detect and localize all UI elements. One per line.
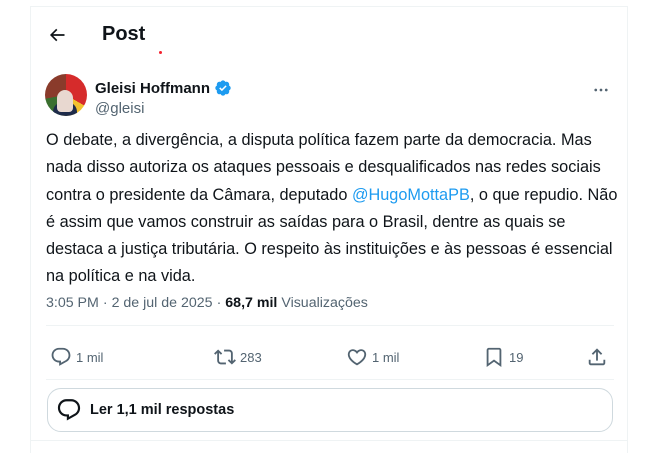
- avatar-face-shape: [57, 90, 73, 112]
- post-meta: 3:05 PM · 2 de jul de 2025 · 68,7 mil Vi…: [46, 295, 368, 311]
- arrow-left-icon: [49, 28, 65, 42]
- back-button[interactable]: [41, 19, 73, 51]
- post-date[interactable]: 2 de jul de 2025: [112, 295, 213, 311]
- page-title: Post: [102, 23, 146, 45]
- mention-link[interactable]: @HugoMottaPB: [352, 186, 470, 204]
- divider-2: [46, 379, 614, 380]
- more-horizontal-icon: [594, 88, 608, 92]
- heart-icon: [347, 349, 367, 366]
- author-name-row: Gleisi Hoffmann: [95, 79, 232, 97]
- divider: [46, 325, 614, 326]
- author-display-name[interactable]: Gleisi Hoffmann: [95, 80, 210, 97]
- share-button[interactable]: [586, 339, 608, 375]
- post-author: Gleisi Hoffmann @gleisi: [45, 74, 615, 122]
- post-header: Post: [31, 7, 627, 61]
- read-replies-button[interactable]: Ler 1,1 mil respostas: [47, 388, 613, 432]
- action-bar: 1 mil 283 1 mil 19: [46, 339, 616, 375]
- notification-dot: [159, 51, 162, 54]
- divider-3: [31, 440, 627, 441]
- reply-button[interactable]: 1 mil: [50, 339, 103, 375]
- views-count: 68,7 mil: [225, 295, 278, 311]
- views-label: Visualizações: [281, 295, 368, 311]
- reply-count: 1 mil: [76, 349, 104, 365]
- meta-dot: ·: [102, 295, 108, 311]
- post-panel: Post Gleisi Hoffmann @gleisi O debate, a…: [30, 6, 628, 453]
- bookmark-count: 19: [509, 349, 524, 365]
- like-button[interactable]: 1 mil: [346, 339, 399, 375]
- repost-count: 283: [240, 349, 262, 365]
- verified-badge-icon[interactable]: [214, 79, 232, 97]
- post-time[interactable]: 3:05 PM: [46, 295, 99, 311]
- repost-button[interactable]: 283: [214, 339, 262, 375]
- post-text: O debate, a divergência, a disputa polít…: [46, 127, 618, 291]
- bookmark-icon: [486, 347, 502, 368]
- meta-dot-2: ·: [216, 295, 222, 311]
- avatar[interactable]: [45, 74, 87, 116]
- repost-icon: [214, 349, 236, 365]
- share-icon: [588, 348, 606, 366]
- read-replies-label: Ler 1,1 mil respostas: [90, 402, 235, 418]
- reply-icon: [51, 347, 71, 366]
- bookmark-button[interactable]: 19: [483, 339, 523, 375]
- reply-bubble-icon: [57, 399, 81, 421]
- author-handle[interactable]: @gleisi: [95, 100, 144, 117]
- more-options-button[interactable]: [587, 76, 615, 104]
- like-count: 1 mil: [372, 349, 400, 365]
